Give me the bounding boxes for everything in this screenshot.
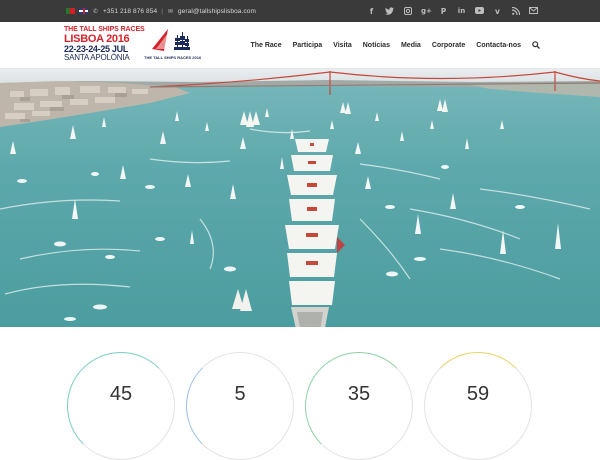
stats-section: 45 5 35 59 <box>0 328 600 460</box>
stat-value: 35 <box>347 383 371 405</box>
stat-counter-1: 45 <box>67 352 175 460</box>
stat-progress-arc <box>424 352 532 460</box>
stat-value: 5 <box>234 383 246 405</box>
email-link[interactable]: geral@tallshipslisboa.com <box>178 8 256 15</box>
youtube-icon[interactable] <box>475 6 484 16</box>
stat-counter-4: 59 <box>424 352 532 460</box>
site-logo[interactable]: THE TALL SHIPS RACES LISBOA 2016 22-23-2… <box>62 25 201 65</box>
social-links: f g+ P in v <box>367 0 538 22</box>
logo-line-4: SANTA APOLÓNIA <box>64 53 130 62</box>
instagram-icon[interactable] <box>403 6 412 16</box>
logo-line-1: THE TALL SHIPS RACES <box>64 26 145 33</box>
stat-counter-2: 5 <box>186 352 294 460</box>
stat-progress-arc <box>305 352 413 460</box>
portuguese-flag-icon[interactable] <box>66 8 75 14</box>
top-bar: ✆ +351 218 876 854 | ✉ geral@tallshipsli… <box>0 0 600 22</box>
nav-item-noticias[interactable]: Notícias <box>363 42 390 49</box>
nav-item-corporate[interactable]: Corporate <box>432 42 465 49</box>
top-bar-left: ✆ +351 218 876 854 | ✉ geral@tallshipsli… <box>66 0 256 22</box>
hero-image <box>0 69 600 327</box>
search-icon[interactable] <box>532 40 540 51</box>
mail-icon[interactable] <box>529 6 538 16</box>
hero-photo-tall-ship-fleet <box>0 69 600 327</box>
stat-value: 45 <box>109 383 133 405</box>
linkedin-icon[interactable]: in <box>457 7 466 16</box>
stat-value: 59 <box>466 383 490 405</box>
pinterest-icon[interactable]: P <box>439 7 448 16</box>
vimeo-icon[interactable]: v <box>493 7 502 16</box>
logo-sail-icon <box>152 29 190 51</box>
twitter-icon[interactable] <box>385 6 394 16</box>
nav-item-visita[interactable]: Visita <box>333 42 352 49</box>
main-nav: The Race Participa Visita Notícias Media… <box>250 22 540 69</box>
facebook-icon[interactable]: f <box>367 7 376 16</box>
site-header: THE TALL SHIPS RACES LISBOA 2016 22-23-2… <box>0 22 600 69</box>
nav-item-contacta-nos[interactable]: Contacta-nos <box>476 42 521 49</box>
rss-icon[interactable] <box>511 6 520 16</box>
envelope-icon: ✉ <box>167 7 173 15</box>
english-flag-icon[interactable] <box>79 8 88 14</box>
nav-item-media[interactable]: Media <box>401 42 421 49</box>
contact-separator: | <box>161 7 163 15</box>
phone-icon: ✆ <box>92 7 99 15</box>
logo-line-5: THE TALL SHIPS RACES 2016 <box>144 55 202 60</box>
stat-progress-arc <box>67 352 175 460</box>
stat-progress-arc <box>186 352 294 460</box>
phone-number[interactable]: +351 218 876 854 <box>103 8 157 15</box>
nav-item-participa[interactable]: Participa <box>293 42 323 49</box>
nav-item-the-race[interactable]: The Race <box>250 42 281 49</box>
google-plus-icon[interactable]: g+ <box>421 7 432 16</box>
stat-counter-3: 35 <box>305 352 413 460</box>
